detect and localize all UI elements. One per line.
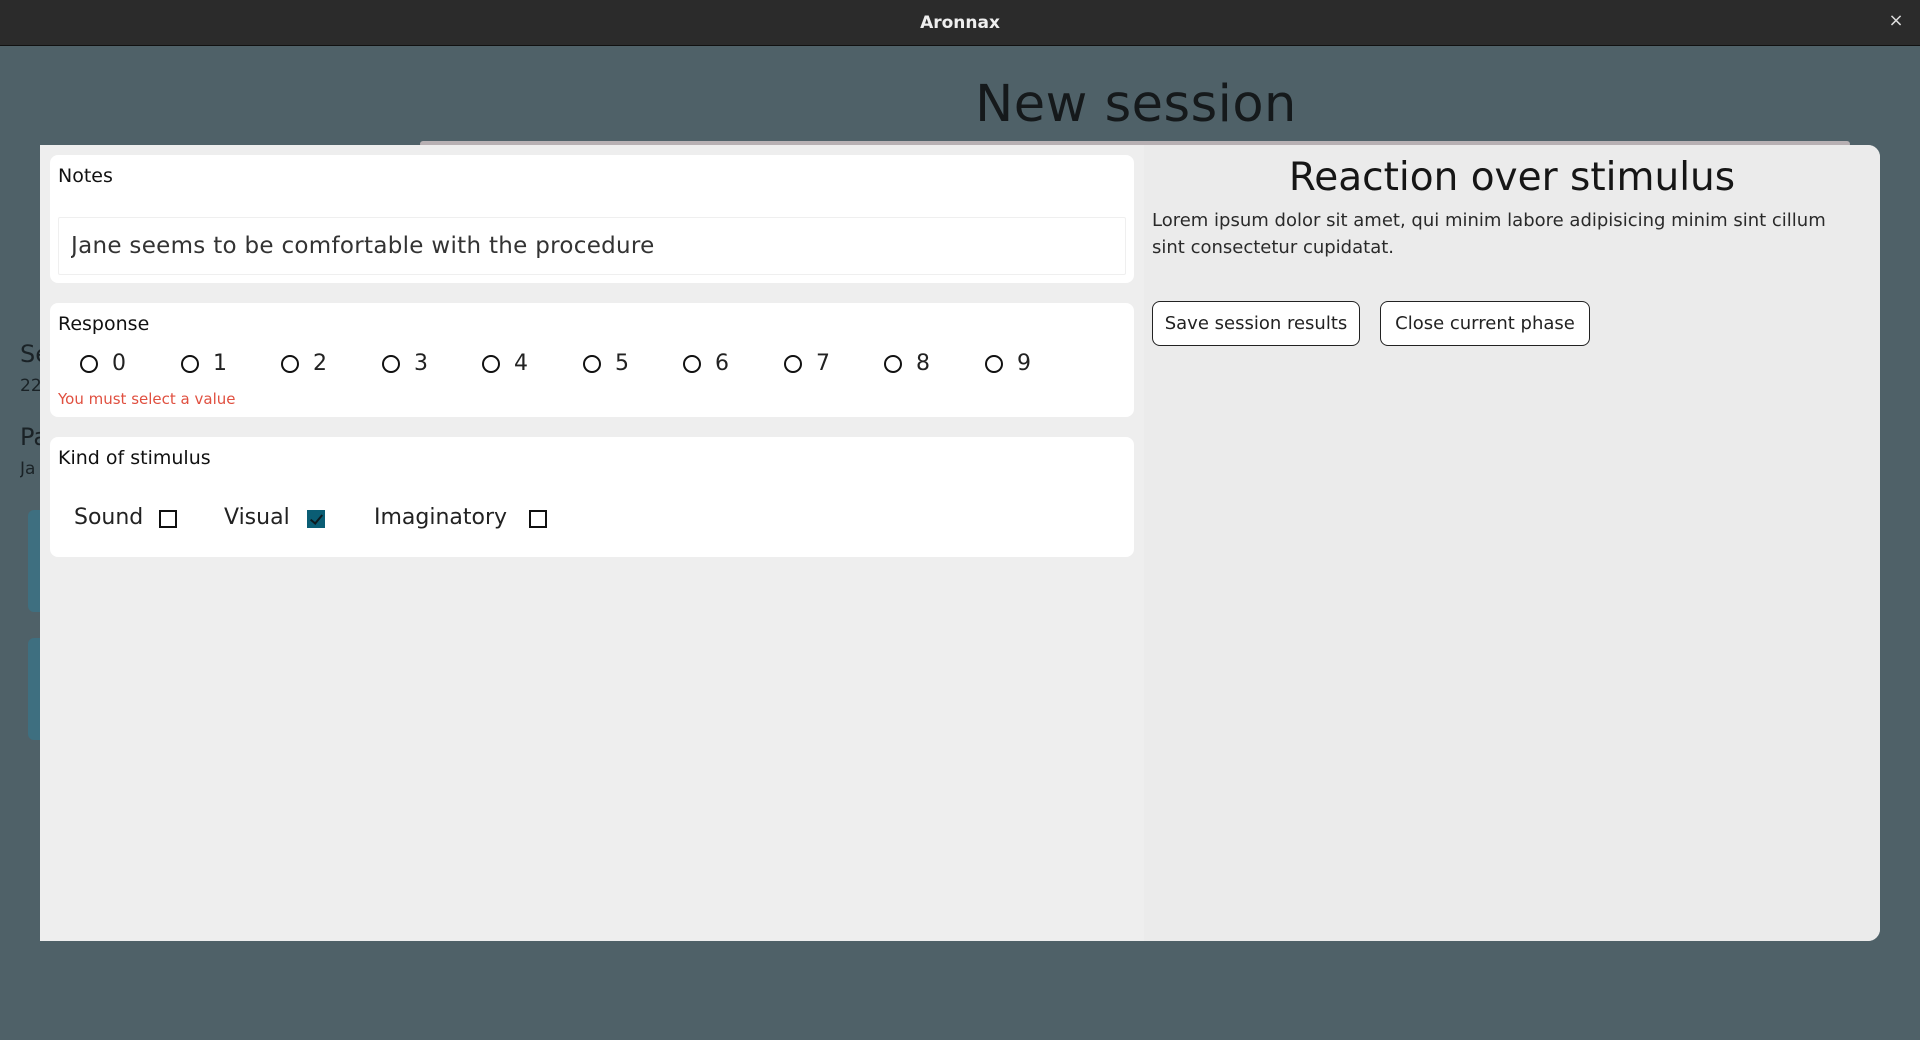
radio-option-label: 6 (715, 351, 729, 376)
background-patient-label: Pa (20, 423, 40, 451)
radio-option-label: 2 (313, 351, 327, 376)
radio-option-label: 4 (514, 351, 528, 376)
radio-option-label: 0 (112, 351, 126, 376)
stimulus-card: Kind of stimulus Sound Visual Imaginatory (50, 437, 1134, 557)
response-radio-option-6[interactable]: 6 (683, 349, 763, 379)
notes-input[interactable] (58, 217, 1126, 275)
response-card: Response 0 1 2 3 4 5 6 7 8 9 You must select a va… (50, 303, 1134, 417)
background-patient-value: Ja (20, 459, 36, 479)
radio-circle-icon[interactable] (181, 355, 199, 373)
response-radio-option-0[interactable]: 0 (80, 349, 160, 379)
close-current-phase-button[interactable]: Close current phase (1380, 301, 1590, 346)
radio-option-label: 9 (1017, 351, 1031, 376)
response-radio-option-8[interactable]: 8 (884, 349, 964, 379)
background-session-value: 22 (20, 376, 40, 396)
response-radio-option-9[interactable]: 9 (985, 349, 1065, 379)
response-error-message: You must select a value (58, 390, 236, 408)
save-session-results-button[interactable]: Save session results (1152, 301, 1360, 346)
page-title: New session (975, 75, 1297, 134)
radio-circle-icon[interactable] (80, 355, 98, 373)
response-radio-option-7[interactable]: 7 (784, 349, 864, 379)
checkbox-unchecked-icon[interactable] (529, 510, 547, 528)
stimulus-label: Kind of stimulus (58, 447, 211, 469)
radio-option-label: 1 (213, 351, 227, 376)
window-titlebar: Aronnax × (0, 0, 1920, 46)
notes-label: Notes (58, 165, 113, 187)
phase-description: Lorem ipsum dolor sit amet, qui minim la… (1152, 210, 1826, 258)
checkbox-checked-icon[interactable] (307, 510, 325, 528)
stimulus-option-label: Sound (74, 505, 144, 530)
notes-card: Notes (50, 155, 1134, 283)
radio-option-label: 3 (414, 351, 428, 376)
window-title: Aronnax (920, 13, 1000, 33)
response-label: Response (58, 313, 150, 335)
radio-option-label: 5 (615, 351, 629, 376)
stimulus-option-label: Imaginatory (374, 505, 508, 530)
radio-option-label: 8 (916, 351, 930, 376)
radio-circle-icon[interactable] (281, 355, 299, 373)
stimulus-option-sound[interactable]: Sound (74, 503, 183, 533)
stimulus-option-imaginatory[interactable]: Imaginatory (374, 503, 553, 533)
radio-circle-icon[interactable] (985, 355, 1003, 373)
response-radio-option-5[interactable]: 5 (583, 349, 663, 379)
session-phase-modal: Notes Response 0 1 2 3 4 5 6 7 8 9 You must selec… (40, 145, 1880, 941)
background-session-label: Se (20, 340, 40, 368)
radio-circle-icon[interactable] (583, 355, 601, 373)
radio-circle-icon[interactable] (784, 355, 802, 373)
response-radio-option-2[interactable]: 2 (281, 349, 361, 379)
response-radio-option-1[interactable]: 1 (181, 349, 261, 379)
phase-info-column: Reaction over stimulus Lorem ipsum dolor… (1144, 145, 1880, 941)
stimulus-option-label: Visual (224, 505, 290, 530)
response-radio-option-3[interactable]: 3 (382, 349, 462, 379)
radio-circle-icon[interactable] (683, 355, 701, 373)
form-column: Notes Response 0 1 2 3 4 5 6 7 8 9 You must selec… (40, 145, 1144, 941)
radio-option-label: 7 (816, 351, 830, 376)
stimulus-option-visual[interactable]: Visual (224, 503, 331, 533)
radio-circle-icon[interactable] (482, 355, 500, 373)
close-window-icon[interactable]: × (1886, 11, 1906, 31)
radio-circle-icon[interactable] (382, 355, 400, 373)
phase-title: Reaction over stimulus (1288, 155, 1736, 200)
checkbox-unchecked-icon[interactable] (159, 510, 177, 528)
radio-circle-icon[interactable] (884, 355, 902, 373)
response-radio-option-4[interactable]: 4 (482, 349, 562, 379)
